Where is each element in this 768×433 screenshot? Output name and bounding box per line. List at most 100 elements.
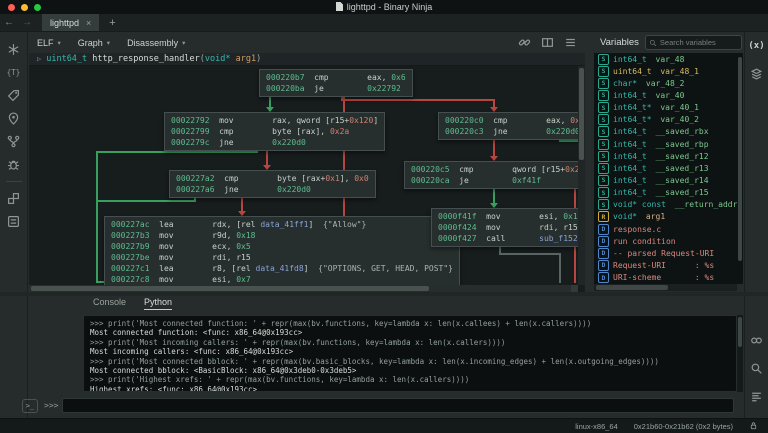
variable-name[interactable]: var_40 <box>656 91 685 100</box>
basic-block[interactable]: 0000f41f mov esi, 0x1950000f424 mov rdi,… <box>431 208 578 247</box>
graph-vertical-scrollbar[interactable] <box>578 66 585 285</box>
basic-block[interactable]: 000220c0 cmp eax, 0x5000220c3 jne 0x220d… <box>438 112 578 140</box>
variable-row[interactable]: Suint64_t var_48_1 <box>594 65 737 77</box>
variables-vertical-scrollbar[interactable] <box>737 53 743 284</box>
columns-icon[interactable] <box>541 36 554 49</box>
variable-row[interactable]: Dresponse.c <box>594 223 737 235</box>
scrollbar-thumb[interactable] <box>579 68 584 160</box>
minimize-window-button[interactable] <box>21 4 28 11</box>
instruction-line[interactable]: 00022792 mov rax, qword [r15+0x120] <box>171 115 378 126</box>
debugger-icon[interactable] <box>6 157 21 172</box>
scrollbar-thumb[interactable] <box>738 57 742 261</box>
triage-icon[interactable] <box>6 134 21 149</box>
console-vertical-scrollbar[interactable] <box>737 315 743 392</box>
python-console-output[interactable]: >>> print('Most connected function: ' + … <box>83 315 737 392</box>
variable-name[interactable]: var_40_2 <box>660 115 699 124</box>
view-mode-menu[interactable]: Graph▾ <box>78 38 110 48</box>
variable-row[interactable]: DRequest-URI : %s <box>594 259 737 271</box>
loop-icon[interactable] <box>749 333 764 348</box>
scrollbar-button[interactable] <box>571 285 578 292</box>
variable-name[interactable]: __saved_r12 <box>656 152 709 161</box>
variable-row[interactable]: Sint64_t __saved_r14 <box>594 174 737 186</box>
variable-row[interactable]: Sint64_t* var_40_1 <box>594 102 737 114</box>
types-icon[interactable]: {T} <box>6 65 21 80</box>
variable-name[interactable]: response.c <box>613 225 661 234</box>
variable-name[interactable]: var_48_1 <box>660 67 699 76</box>
variable-row[interactable]: Svoid* const __return_addr <box>594 199 737 211</box>
variable-name[interactable]: arg1 <box>646 212 665 221</box>
basic-block[interactable]: 000220b7 cmp eax, 0x6000220ba je 0x22792 <box>259 69 413 97</box>
variable-name[interactable]: __return_addr <box>675 200 737 209</box>
basic-block[interactable]: 00022792 mov rax, qword [r15+0x120]00022… <box>164 112 385 151</box>
variables-list[interactable]: Sint64_t var_48Suint64_t var_48_1Schar* … <box>594 53 737 284</box>
variable-name[interactable]: var_48 <box>656 55 685 64</box>
tags-icon[interactable] <box>6 88 21 103</box>
variable-row[interactable]: Sint64_t __saved_r15 <box>594 187 737 199</box>
variables-search-input[interactable] <box>660 38 738 47</box>
components-icon[interactable] <box>6 191 21 206</box>
instruction-line[interactable]: 0000f424 mov rdi, r15 <box>438 222 578 233</box>
variable-name[interactable]: __saved_r13 <box>656 164 709 173</box>
link-icon[interactable] <box>518 36 531 49</box>
variable-name[interactable]: __saved_rbp <box>656 140 709 149</box>
search-icon[interactable] <box>749 361 764 376</box>
collapse-arrow-icon[interactable]: ▷ <box>37 55 41 63</box>
variable-row[interactable]: DURI-scheme : %s <box>594 272 737 284</box>
instruction-line[interactable]: 0000f427 call sub_f152 <box>438 233 578 244</box>
variable-row[interactable]: Sint64_t __saved_rbp <box>594 138 737 150</box>
memory-icon[interactable] <box>6 111 21 126</box>
graph-canvas[interactable]: 000220b7 cmp eax, 0x6000220ba je 0x22792… <box>29 66 578 285</box>
instruction-line[interactable]: 000227c1 lea r8, [rel data_41fd8] {"OPTI… <box>111 263 453 274</box>
graph-horizontal-scrollbar[interactable] <box>29 285 578 292</box>
variable-name[interactable]: var_40_1 <box>660 103 699 112</box>
layers-icon[interactable] <box>749 66 764 81</box>
list-icon[interactable] <box>749 389 764 404</box>
binary-type-menu[interactable]: ELF▾ <box>37 38 61 48</box>
basic-block[interactable]: 000227ac lea rdx, [rel data_41ff1] {"All… <box>104 216 460 285</box>
instruction-line[interactable]: 000227ac lea rdx, [rel data_41ff1] {"All… <box>111 219 453 230</box>
xvar-icon[interactable]: (x) <box>749 38 764 53</box>
function-signature-bar[interactable]: ▷ uint64_t http_response_handler(void* a… <box>29 53 585 66</box>
tab-python[interactable]: Python <box>144 297 172 310</box>
scrollbar-thumb[interactable] <box>738 317 742 347</box>
instruction-line[interactable]: 000220ca je 0xf41f <box>411 175 578 186</box>
tab-lighttpd[interactable]: lighttpd × <box>42 14 99 31</box>
il-level-menu[interactable]: Disassembly▾ <box>127 38 185 48</box>
basic-block[interactable]: 000227a2 cmp byte [rax+0x1], 0x0000227a6… <box>169 170 376 198</box>
back-arrow-icon[interactable]: ← <box>0 17 18 28</box>
instruction-line[interactable]: 000227a6 jne 0x220d0 <box>176 184 369 195</box>
instruction-line[interactable]: 00022799 cmp byte [rax], 0x2a <box>171 126 378 137</box>
instruction-line[interactable]: 000220c3 jne 0x220d0 <box>445 126 578 137</box>
instruction-line[interactable]: 000220ba je 0x22792 <box>266 83 406 94</box>
instruction-line[interactable]: 000220c0 cmp eax, 0x5 <box>445 115 578 126</box>
terminal-icon[interactable]: >_ <box>22 399 38 413</box>
outline-icon[interactable] <box>6 214 21 229</box>
variable-row[interactable]: Sint64_t __saved_r12 <box>594 150 737 162</box>
variable-name[interactable]: __saved_rbx <box>656 127 709 136</box>
forward-arrow-icon[interactable]: → <box>18 17 36 28</box>
instruction-line[interactable]: 0002279c jne 0x220d0 <box>171 137 378 148</box>
instruction-line[interactable]: 000227b3 mov r9d, 0x18 <box>111 230 453 241</box>
tab-console[interactable]: Console <box>93 297 126 307</box>
zoom-window-button[interactable] <box>34 4 41 11</box>
instruction-line[interactable]: 0000f41f mov esi, 0x195 <box>438 211 578 222</box>
variables-search-box[interactable] <box>645 35 742 50</box>
variable-row[interactable]: Sint64_t __saved_rbx <box>594 126 737 138</box>
basic-block[interactable]: 000220c5 cmp qword [r15+0x20], 0x0000220… <box>404 161 578 189</box>
instruction-line[interactable]: 000227be mov rdi, r15 <box>111 252 453 263</box>
variable-name[interactable]: Request-URI : %s <box>613 261 714 270</box>
menu-icon[interactable] <box>564 36 577 49</box>
close-window-button[interactable] <box>8 4 15 11</box>
variable-name[interactable]: URI-scheme : %s <box>613 273 714 282</box>
scrollbar-thumb[interactable] <box>596 285 668 290</box>
new-tab-button[interactable]: + <box>109 17 115 29</box>
variable-row[interactable]: Sint64_t* var_40_2 <box>594 114 737 126</box>
tab-close-icon[interactable]: × <box>86 18 91 28</box>
variable-name[interactable]: __saved_r14 <box>656 176 709 185</box>
variable-name[interactable]: run condition <box>613 237 676 246</box>
variable-row[interactable]: Sint64_t var_40 <box>594 89 737 101</box>
instruction-line[interactable]: 000220b7 cmp eax, 0x6 <box>266 72 406 83</box>
instruction-line[interactable]: 000227a2 cmp byte [rax+0x1], 0x0 <box>176 173 369 184</box>
variable-name[interactable]: -- parsed Request-URI <box>613 249 714 258</box>
variable-row[interactable]: Schar* var_48_2 <box>594 77 737 89</box>
